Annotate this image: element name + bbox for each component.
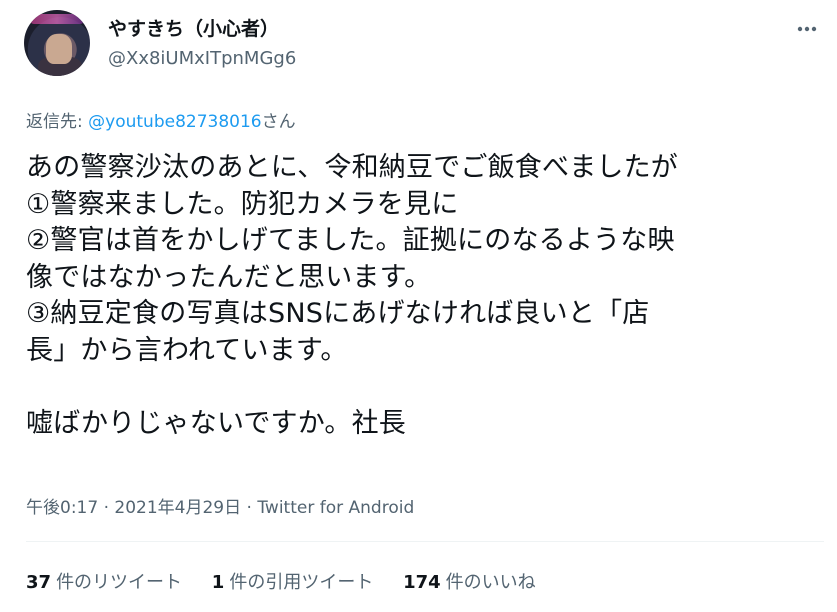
tweet-line: ①警察来ました。防犯カメラを見に — [26, 188, 459, 220]
quotes-label: 件の引用ツイート — [229, 572, 374, 593]
tweet-meta: 午後0:17 · 2021年4月29日 · Twitter for Androi… — [26, 493, 414, 518]
retweets-label: 件のリツイート — [56, 572, 183, 593]
tweet-line: 像ではなかったんだと思います。 — [26, 261, 432, 293]
tweet-stats: 37 件のリツイート 1 件の引用ツイート 174 件のいいね — [26, 568, 560, 594]
likes-count: 174 — [403, 572, 441, 593]
replying-to-suffix: さん — [261, 112, 296, 132]
tweet-detail: やすきち（小心者） @Xx8iUMxITpnMGg6 返信先: @youtube… — [0, 0, 837, 612]
tweet-line: あの警察沙汰のあとに、令和納豆でご飯食べましたが — [26, 152, 678, 183]
meta-separator: · — [241, 498, 258, 518]
replying-to: 返信先: @youtube82738016さん — [26, 107, 296, 132]
retweets-stat[interactable]: 37 件のリツイート — [26, 568, 182, 594]
replying-to-mention[interactable]: @youtube82738016 — [88, 112, 261, 132]
avatar[interactable] — [24, 10, 90, 76]
avatar-background-light — [30, 14, 84, 24]
tweet-line: ②警官は首をかしげてました。証拠にのなるような映 — [26, 225, 675, 256]
tweet-line — [26, 369, 826, 406]
tweet-line: 嘘ばかりじゃないですか。社長 — [26, 407, 406, 439]
tweet-line: ③納豆定食の写真はSNSにあげなければ良いと「店 — [26, 298, 650, 329]
tweet-text: あの警察沙汰のあとに、令和納豆でご飯食べましたが ①警察来ました。防犯カメラを見に… — [26, 150, 826, 442]
tweet-time[interactable]: 午後0:17 — [26, 498, 98, 518]
quotes-stat[interactable]: 1 件の引用ツイート — [212, 568, 374, 594]
author-handle[interactable]: @Xx8iUMxITpnMGg6 — [108, 48, 296, 69]
likes-label: 件のいいね — [445, 572, 536, 593]
tweet-line: 長」から言われています。 — [26, 334, 348, 366]
meta-separator: · — [98, 498, 115, 518]
tweet-date[interactable]: 2021年4月29日 — [114, 498, 241, 518]
more-options-button[interactable] — [792, 14, 822, 44]
tweet-source[interactable]: Twitter for Android — [257, 498, 414, 518]
more-horizontal-icon — [797, 26, 817, 32]
avatar-face — [46, 34, 72, 64]
replying-to-label: 返信先: — [26, 112, 89, 132]
retweets-count: 37 — [26, 572, 52, 593]
author-display-name[interactable]: やすきち（小心者） — [108, 14, 279, 41]
quotes-count: 1 — [211, 572, 225, 593]
likes-stat[interactable]: 174 件のいいね — [403, 568, 536, 594]
divider — [26, 541, 824, 542]
